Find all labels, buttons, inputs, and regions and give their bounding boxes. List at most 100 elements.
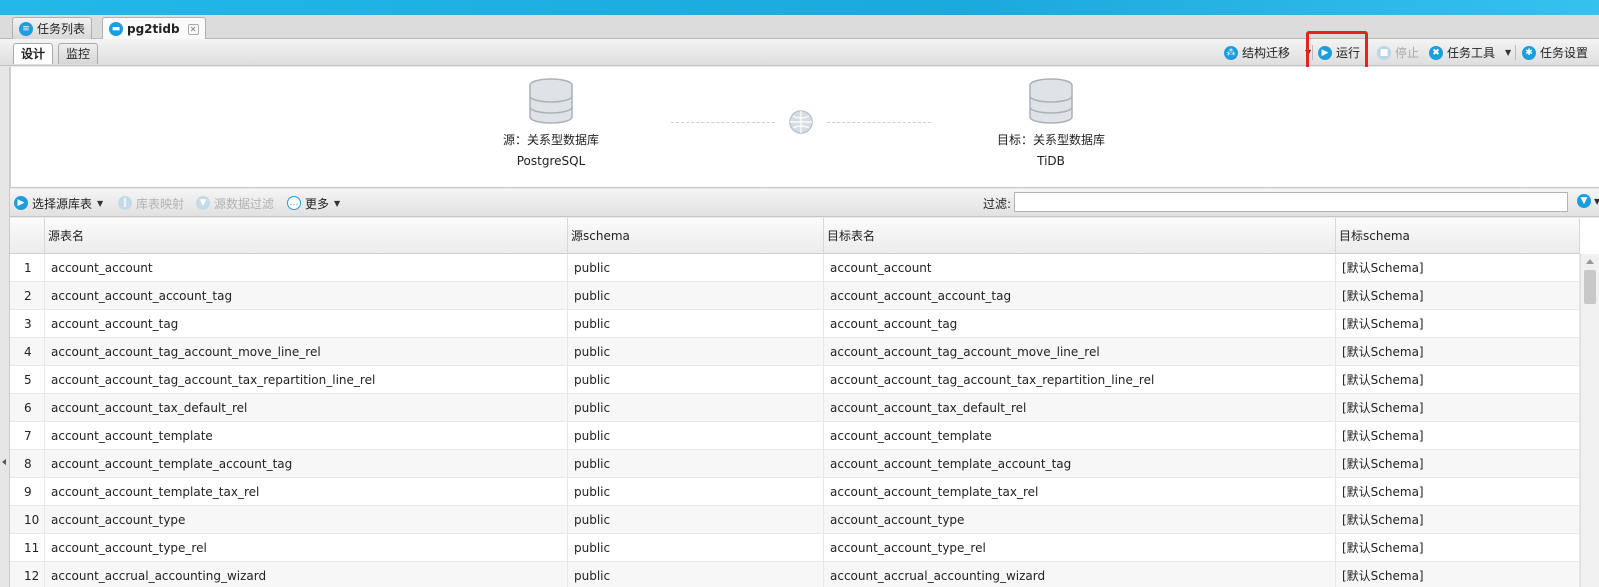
tab-task-list[interactable]: ≡ 任务列表 — [12, 17, 93, 39]
more-button[interactable]: … 更多 ▼ — [287, 193, 340, 213]
target-table-name-cell[interactable]: account_account_account_tag — [824, 282, 1336, 310]
target-table-name-cell[interactable]: account_account_template — [824, 422, 1336, 450]
source-schema-cell: public — [568, 534, 824, 562]
source-table-name-cell: account_account_tag_account_tax_repartit… — [45, 366, 568, 394]
row-index-cell: 10 — [10, 506, 45, 534]
tab-pg2tidb[interactable]: ▬ pg2tidb ✕ — [102, 17, 206, 40]
scroll-up-icon[interactable] — [1586, 259, 1594, 264]
table-row[interactable]: 8 account_account_template_account_tag pub… — [10, 450, 1580, 478]
filter-label: 过滤: — [983, 197, 1012, 211]
target-schema-cell[interactable]: [默认Schema] — [1336, 282, 1580, 310]
target-table-name-cell[interactable]: account_account_type — [824, 506, 1336, 534]
target-schema-cell[interactable]: [默认Schema] — [1336, 366, 1580, 394]
target-schema-cell[interactable]: [默认Schema] — [1336, 254, 1580, 282]
table-row[interactable]: 11 account_account_type_rel public account_… — [10, 534, 1580, 562]
vertical-scrollbar[interactable] — [1580, 254, 1599, 587]
target-table-name-cell[interactable]: account_account_tag_account_move_line_re… — [824, 338, 1336, 366]
select-source-tables-button[interactable]: ▶ 选择源库表 ▼ — [14, 193, 103, 213]
source-schema-cell: public — [568, 282, 824, 310]
row-index-cell: 5 — [10, 366, 45, 394]
row-index-cell: 3 — [10, 310, 45, 338]
filter-options-button[interactable]: ▼ ▼ — [1577, 194, 1599, 208]
source-data-filter-button[interactable]: ▼ 源数据过滤 — [196, 193, 274, 213]
target-schema-cell[interactable]: [默认Schema] — [1336, 310, 1580, 338]
caret-down-icon: ▼ — [97, 198, 104, 208]
tab-monitor[interactable]: 监控 — [58, 43, 99, 64]
target-schema-cell[interactable]: [默认Schema] — [1336, 422, 1580, 450]
table-mapping-button[interactable]: ‖ 库表映射 — [118, 193, 184, 213]
table-row[interactable]: 7 account_account_template public account_a… — [10, 422, 1580, 450]
row-index-cell: 4 — [10, 338, 45, 366]
structure-icon: ⁂ — [1224, 45, 1238, 60]
target-table-name-cell[interactable]: account_account_template_account_tag — [824, 450, 1336, 478]
table-row[interactable]: 5 account_account_tag_account_tax_reparti… — [10, 366, 1580, 394]
stop-icon: ■ — [1377, 45, 1391, 60]
column-header-source-table[interactable]: 源表名 — [45, 218, 568, 254]
table-row[interactable]: 2 account_account_account_tag public accoun… — [10, 282, 1580, 310]
source-table-name-cell: account_account_type — [45, 506, 568, 534]
source-database-icon[interactable] — [528, 78, 574, 126]
target-table-name-cell[interactable]: account_account_tag — [824, 310, 1336, 338]
target-schema-cell[interactable]: [默认Schema] — [1336, 534, 1580, 562]
table-row[interactable]: 10 account_account_type public account_acco… — [10, 506, 1580, 534]
source-table-name-cell: account_account_template_account_tag — [45, 450, 568, 478]
collapse-handle[interactable] — [0, 67, 10, 587]
target-table-name-cell[interactable]: account_account_tag_account_tax_repartit… — [824, 366, 1336, 394]
column-header-index — [10, 218, 45, 254]
target-table-name-cell[interactable]: account_account_tax_default_rel — [824, 394, 1336, 422]
structure-migrate-button[interactable]: ⁂ 结构迁移 — [1224, 42, 1290, 63]
scroll-thumb[interactable] — [1584, 270, 1596, 304]
filter-input[interactable] — [1014, 192, 1568, 212]
caret-down-icon: ▼ — [1594, 196, 1599, 206]
connector-line — [671, 122, 775, 123]
table-row[interactable]: 6 account_account_tax_default_rel public ac… — [10, 394, 1580, 422]
target-table-name-cell[interactable]: account_account — [824, 254, 1336, 282]
column-header-source-schema[interactable]: 源schema — [568, 218, 824, 254]
source-schema-cell: public — [568, 310, 824, 338]
close-tab-icon[interactable]: ✕ — [187, 23, 199, 35]
source-table-name-cell: account_account_template — [45, 422, 568, 450]
source-table-name-cell: account_account_account_tag — [45, 282, 568, 310]
filter-icon: ▼ — [196, 196, 210, 210]
target-schema-cell[interactable]: [默认Schema] — [1336, 562, 1580, 587]
gear-icon: ✱ — [1522, 45, 1536, 60]
table-row[interactable]: 1 account_account public account_account [默认… — [10, 254, 1580, 282]
table-row[interactable]: 9 account_account_template_tax_rel public a… — [10, 478, 1580, 506]
table-row[interactable]: 4 account_account_tag_account_move_line_r… — [10, 338, 1580, 366]
source-schema-cell: public — [568, 422, 824, 450]
toolbar-divider — [1515, 45, 1516, 60]
source-schema-cell: public — [568, 562, 824, 587]
table-row[interactable]: 12 account_accrual_accounting_wizard publi… — [10, 562, 1580, 587]
task-tools-dropdown[interactable]: ▼ — [1500, 42, 1511, 63]
task-settings-button[interactable]: ✱ 任务设置 — [1522, 42, 1588, 63]
target-database-icon[interactable] — [1028, 78, 1074, 126]
funnel-icon: ▼ — [1577, 194, 1591, 208]
target-table-name-cell[interactable]: account_accrual_accounting_wizard — [824, 562, 1336, 587]
row-index-cell: 8 — [10, 450, 45, 478]
row-index-cell: 12 — [10, 562, 45, 587]
globe-icon — [789, 110, 813, 134]
stop-button[interactable]: ■ 停止 — [1377, 42, 1419, 63]
migration-canvas: 源：关系型数据库 PostgreSQL 目标：关系型数据库 TiDB — [10, 67, 1599, 188]
target-schema-cell[interactable]: [默认Schema] — [1336, 450, 1580, 478]
run-highlight-box — [1306, 31, 1368, 72]
target-table-name-cell[interactable]: account_account_template_tax_rel — [824, 478, 1336, 506]
target-table-name-cell[interactable]: account_account_type_rel — [824, 534, 1336, 562]
table-row[interactable]: 3 account_account_tag public account_accoun… — [10, 310, 1580, 338]
tools-icon: ✖ — [1429, 45, 1443, 60]
column-header-target-table[interactable]: 目标表名 — [824, 218, 1336, 254]
source-schema-cell: public — [568, 338, 824, 366]
column-header-target-schema[interactable]: 目标schema — [1336, 218, 1580, 254]
target-schema-cell[interactable]: [默认Schema] — [1336, 506, 1580, 534]
target-schema-cell[interactable]: [默认Schema] — [1336, 394, 1580, 422]
source-table-name-cell: account_accrual_accounting_wizard — [45, 562, 568, 587]
collapse-arrow-icon — [2, 459, 6, 465]
tab-design[interactable]: 设计 — [13, 43, 54, 64]
source-db-name: PostgreSQL — [516, 154, 586, 168]
source-table-name-cell: account_account_type_rel — [45, 534, 568, 562]
task-tools-button[interactable]: ✖ 任务工具 — [1429, 42, 1495, 63]
list-icon: ≡ — [19, 21, 33, 36]
source-table-name-cell: account_account_template_tax_rel — [45, 478, 568, 506]
target-schema-cell[interactable]: [默认Schema] — [1336, 478, 1580, 506]
target-schema-cell[interactable]: [默认Schema] — [1336, 338, 1580, 366]
